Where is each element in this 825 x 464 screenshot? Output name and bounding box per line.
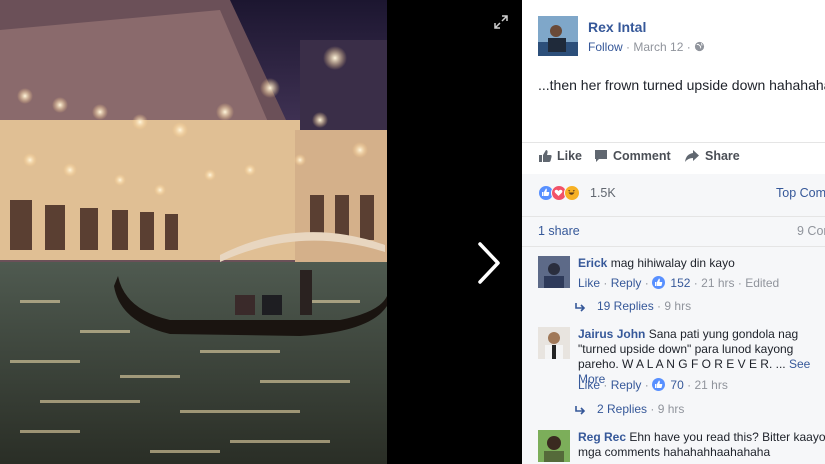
share-icon (685, 150, 699, 162)
post-side-panel: Rex Intal Follow · March 12 · ...then he… (522, 0, 825, 464)
next-arrow-icon[interactable] (474, 240, 504, 286)
divider (522, 142, 825, 143)
comment-icon (595, 150, 607, 162)
replies-time: 9 hrs (664, 299, 692, 313)
reply-arrow-icon (575, 406, 586, 415)
commenter-avatar[interactable] (538, 430, 570, 462)
comment-reply-link[interactable]: Reply (611, 378, 642, 392)
share-count-bar: 1 share 9 Comments (522, 216, 825, 246)
photo-viewer (0, 0, 522, 464)
post-meta: Follow · March 12 · (588, 40, 705, 54)
like-badge-icon (652, 378, 666, 391)
separator: · (603, 276, 611, 290)
replies-count[interactable]: 2 Replies (597, 402, 647, 416)
comment-text: mag hihiwalay din kayo (610, 256, 735, 270)
share-label: Share (705, 149, 740, 163)
comment-like-count[interactable]: 70 (670, 378, 683, 392)
commenter-name[interactable]: Reg Rec (578, 430, 626, 444)
separator: · (603, 378, 611, 392)
globe-icon (695, 41, 705, 52)
comment-time[interactable]: 21 hrs (694, 378, 727, 392)
commenter-avatar[interactable] (538, 256, 570, 288)
comment-label: Comment (613, 149, 671, 163)
reaction-count[interactable]: 1.5K (590, 186, 616, 200)
post-header: Rex Intal Follow · March 12 · (538, 16, 825, 60)
author-name[interactable]: Rex Intal (588, 19, 646, 35)
comment-body: Reg Rec Ehn have you read this? Bitter k… (578, 430, 825, 460)
comment-count[interactable]: 9 Comments (797, 224, 825, 238)
view-replies[interactable]: 2 Replies · 9 hrs (575, 402, 684, 416)
comment-time[interactable]: 21 hrs (701, 276, 734, 290)
like-label: Like (557, 149, 583, 163)
comment-reply-link[interactable]: Reply (611, 276, 642, 290)
replies-count[interactable]: 19 Replies (597, 299, 654, 313)
share-count[interactable]: 1 share (538, 224, 580, 238)
comment-body: Erick mag hihiwalay din kayo (578, 256, 825, 271)
comment-links: Like · Reply · 70 · 21 hrs (578, 378, 728, 392)
post-actions: Like Comment Share (538, 149, 825, 167)
author-avatar[interactable] (538, 16, 578, 56)
comments-list: Erick mag hihiwalay din kayo Like · Repl… (522, 246, 825, 464)
commenter-name[interactable]: Jairus John (578, 327, 645, 341)
share-button[interactable]: Share (684, 149, 740, 163)
commenter-name[interactable]: Erick (578, 256, 607, 270)
comment-like-link[interactable]: Like (578, 378, 600, 392)
comment-like-link[interactable]: Like (578, 276, 600, 290)
follow-link[interactable]: Follow (588, 40, 623, 54)
commenter-avatar[interactable] (538, 327, 570, 359)
like-badge-icon (652, 276, 666, 289)
top-comments-dropdown[interactable]: Top Comments (776, 186, 825, 200)
replies-time: 9 hrs (657, 402, 685, 416)
comment-like-count[interactable]: 152 (670, 276, 690, 290)
reply-arrow-icon (575, 303, 586, 312)
expand-icon[interactable] (493, 14, 509, 30)
post-photo[interactable] (0, 0, 387, 464)
like-icon (539, 150, 552, 162)
reactions-bar: 1.5K Top Comments (522, 174, 825, 216)
post-date[interactable]: March 12 (633, 40, 683, 54)
comment-edited[interactable]: Edited (745, 276, 779, 290)
separator: · (644, 276, 653, 290)
comment-links: Like · Reply · 152 · 21 hrs · Edited (578, 276, 779, 290)
haha-reaction-icon (564, 185, 580, 201)
like-button[interactable]: Like (538, 149, 582, 163)
separator: · (650, 402, 658, 416)
separator: · (644, 378, 653, 392)
view-replies[interactable]: 19 Replies · 9 hrs (575, 299, 691, 313)
meta-separator: · (686, 40, 695, 54)
post-text: ...then her frown turned upside down hah… (538, 77, 825, 93)
comment-button[interactable]: Comment (594, 149, 671, 163)
